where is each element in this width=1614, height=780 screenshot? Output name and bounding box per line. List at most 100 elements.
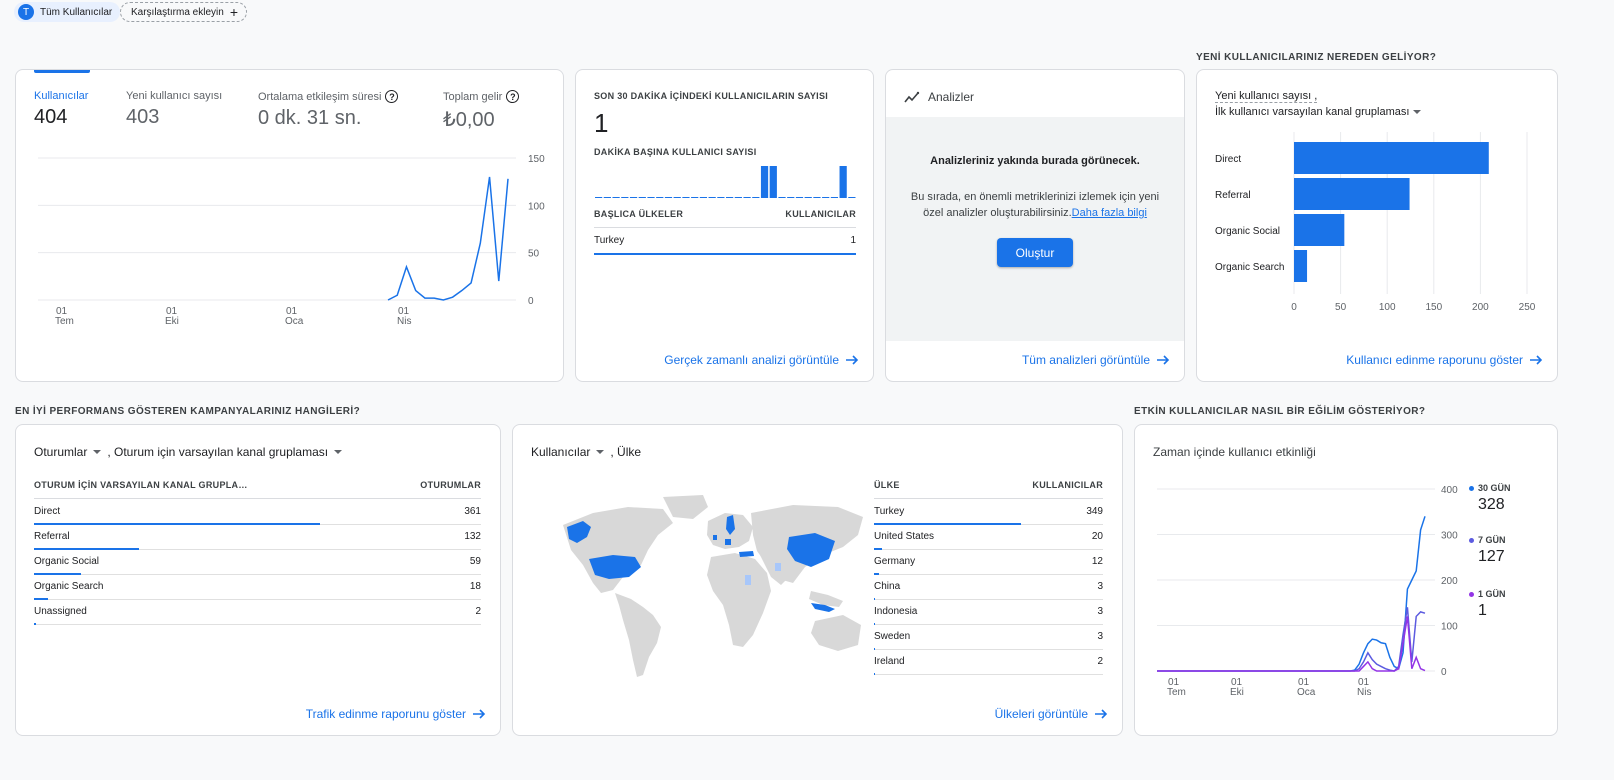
countries-row[interactable]: Indonesia 3	[874, 599, 1103, 625]
campaigns-dimension-selector[interactable]: , Oturum için varsayılan kanal gruplamas…	[107, 445, 343, 459]
map-country-turkey	[739, 551, 754, 557]
help-icon[interactable]: ?	[506, 90, 520, 103]
per-minute-bar[interactable]	[813, 197, 821, 198]
traffic-acquisition-link-label: Trafik edinme raporunu göster	[305, 707, 466, 721]
acquisition-bar[interactable]	[1294, 214, 1345, 246]
realtime-row-bar	[594, 253, 856, 255]
traffic-acquisition-link[interactable]: Trafik edinme raporunu göster	[306, 707, 486, 721]
segment-avatar: T	[18, 4, 34, 20]
all-insights-link[interactable]: Tüm analizleri görüntüle	[1022, 353, 1170, 367]
countries-row-value: 3	[1097, 606, 1103, 617]
realtime-row-name: Turkey	[594, 235, 625, 246]
per-minute-bar[interactable]	[603, 197, 611, 198]
acquisition-link[interactable]: Kullanıcı edinme raporunu göster	[1346, 353, 1543, 367]
per-minute-bar[interactable]	[691, 197, 699, 198]
x-tick-month: Oca	[1297, 687, 1316, 698]
per-minute-bar[interactable]	[612, 197, 620, 198]
create-insight-button[interactable]: Oluştur	[997, 238, 1073, 267]
campaigns-row[interactable]: Organic Search 18	[34, 574, 481, 600]
help-icon[interactable]: ?	[385, 90, 399, 103]
metric-new-users[interactable]: Yeni kullanıcı sayısı 403	[126, 90, 222, 129]
per-minute-bar[interactable]	[769, 166, 777, 198]
legend-30-day-value: 328	[1478, 496, 1505, 513]
per-minute-bar[interactable]	[621, 197, 629, 198]
countries-row[interactable]: United States 20	[874, 524, 1103, 550]
countries-row[interactable]: Ireland 2	[874, 649, 1103, 675]
campaigns-row[interactable]: Unassigned 2	[34, 599, 481, 625]
per-minute-bar[interactable]	[734, 197, 742, 198]
acquisition-bar[interactable]	[1294, 142, 1489, 174]
learn-more-link[interactable]: Daha fazla bilgi	[1072, 207, 1147, 219]
x-tick-month: Tem	[55, 316, 74, 327]
countries-row[interactable]: Turkey 349	[874, 499, 1103, 525]
acquisition-bar[interactable]	[1294, 250, 1308, 282]
countries-row[interactable]: China 3	[874, 574, 1103, 600]
acquisition-category-label: Organic Search	[1215, 262, 1284, 273]
per-minute-bar[interactable]	[673, 197, 681, 198]
per-minute-bar[interactable]	[795, 197, 804, 198]
x-tick-label: 150	[1425, 302, 1442, 313]
per-minute-bar[interactable]	[699, 197, 708, 198]
legend-7-day: 7 GÜN 127	[1469, 535, 1506, 566]
campaigns-metric-selector[interactable]: Oturumlar	[34, 445, 102, 459]
countries-row-value: 12	[1091, 556, 1103, 567]
acquisition-metric-selector[interactable]: Yeni kullanıcı sayısı ,	[1215, 90, 1318, 103]
per-minute-bar[interactable]	[638, 197, 646, 198]
per-minute-bar[interactable]	[752, 197, 760, 198]
arrow-right-icon	[846, 355, 859, 365]
countries-row[interactable]: Sweden 3	[874, 624, 1103, 650]
x-tick-month: Tem	[1167, 687, 1186, 698]
per-minute-bar[interactable]	[804, 197, 812, 198]
insights-title: Analizler	[928, 90, 975, 104]
per-minute-bar[interactable]	[743, 197, 751, 198]
segment-chip[interactable]: T Tüm Kullanıcılar	[14, 2, 121, 22]
world-map[interactable]	[553, 495, 868, 680]
metric-revenue[interactable]: Toplam gelir ? ₺0,00	[443, 90, 520, 132]
x-tick-label: 200	[1472, 302, 1489, 313]
countries-link[interactable]: Ülkeleri görüntüle	[995, 707, 1108, 721]
metric-revenue-value: ₺0,00	[443, 109, 495, 131]
campaigns-card: Oturumlar , Oturum için varsayılan kanal…	[15, 424, 501, 736]
per-minute-bar[interactable]	[656, 197, 664, 198]
y-tick-label: 300	[1441, 531, 1458, 542]
per-minute-bar[interactable]	[760, 166, 769, 198]
per-minute-bar[interactable]	[708, 197, 716, 198]
countries-col-value: KULLANICILAR	[1032, 480, 1103, 490]
per-minute-bar[interactable]	[717, 197, 725, 198]
countries-row[interactable]: Germany 12	[874, 549, 1103, 575]
campaigns-row[interactable]: Direct 361	[34, 499, 481, 525]
per-minute-bar[interactable]	[787, 197, 795, 198]
metric-users[interactable]: Kullanıcılar 404	[34, 90, 88, 129]
per-minute-bar[interactable]	[726, 197, 734, 198]
realtime-row-value: 1	[850, 235, 856, 246]
acquisition-dimension-selector[interactable]: İlk kullanıcı varsayılan kanal gruplamas…	[1215, 106, 1422, 118]
per-minute-bar[interactable]	[848, 197, 856, 198]
map-country-ireland	[713, 535, 717, 540]
campaigns-row[interactable]: Referral 132	[34, 524, 481, 550]
per-minute-bar[interactable]	[647, 197, 655, 198]
per-minute-bar[interactable]	[664, 197, 673, 198]
per-minute-bar[interactable]	[682, 197, 690, 198]
add-comparison-button[interactable]: Karşılaştırma ekleyin +	[120, 2, 247, 22]
realtime-link[interactable]: Gerçek zamanlı analizi görüntüle	[664, 353, 859, 367]
acquisition-bar[interactable]	[1294, 178, 1410, 210]
metric-avg-engagement[interactable]: Ortalama etkileşim süresi ? 0 dk. 31 sn.	[258, 90, 399, 130]
per-minute-bar[interactable]	[822, 197, 830, 198]
campaigns-row-bar	[34, 623, 37, 625]
per-minute-label: DAKİKA BAŞINA KULLANICI SAYISI	[594, 147, 757, 157]
realtime-row[interactable]: Turkey 1	[594, 228, 856, 255]
per-minute-bar[interactable]	[595, 197, 603, 198]
y-tick-label: 200	[1441, 576, 1458, 587]
campaigns-row[interactable]: Organic Social 59	[34, 549, 481, 575]
per-minute-bar[interactable]	[830, 197, 839, 198]
campaigns-row-value: 2	[475, 606, 481, 617]
per-minute-bar[interactable]	[839, 166, 847, 198]
x-tick-month: Nis	[1357, 687, 1371, 698]
countries-row-name: Ireland	[874, 656, 905, 667]
legend-1-day: 1 GÜN 1	[1469, 589, 1506, 620]
legend-1-day-value: 1	[1478, 602, 1487, 619]
per-minute-bar[interactable]	[778, 197, 786, 198]
per-minute-bar[interactable]	[629, 197, 638, 198]
countries-metric-selector[interactable]: Kullanıcılar	[531, 445, 605, 459]
countries-row-name: China	[874, 581, 901, 592]
